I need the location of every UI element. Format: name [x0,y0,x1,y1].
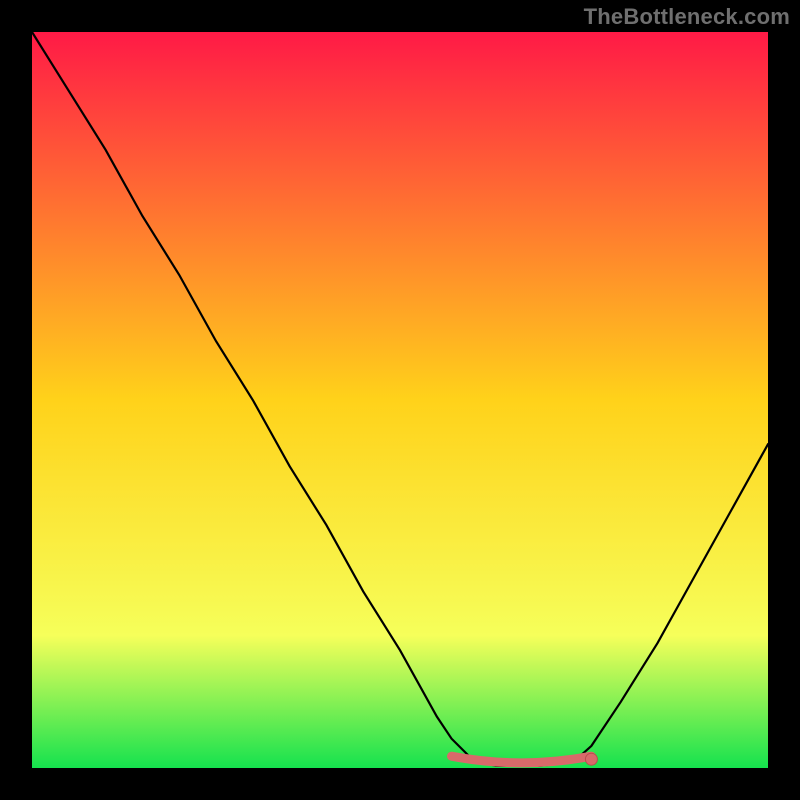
end-marker-dot [585,753,597,765]
gradient-background [32,32,768,768]
attribution-label: TheBottleneck.com [584,4,790,30]
plot-area [32,32,768,768]
chart-frame: TheBottleneck.com [0,0,800,800]
bottleneck-chart [32,32,768,768]
